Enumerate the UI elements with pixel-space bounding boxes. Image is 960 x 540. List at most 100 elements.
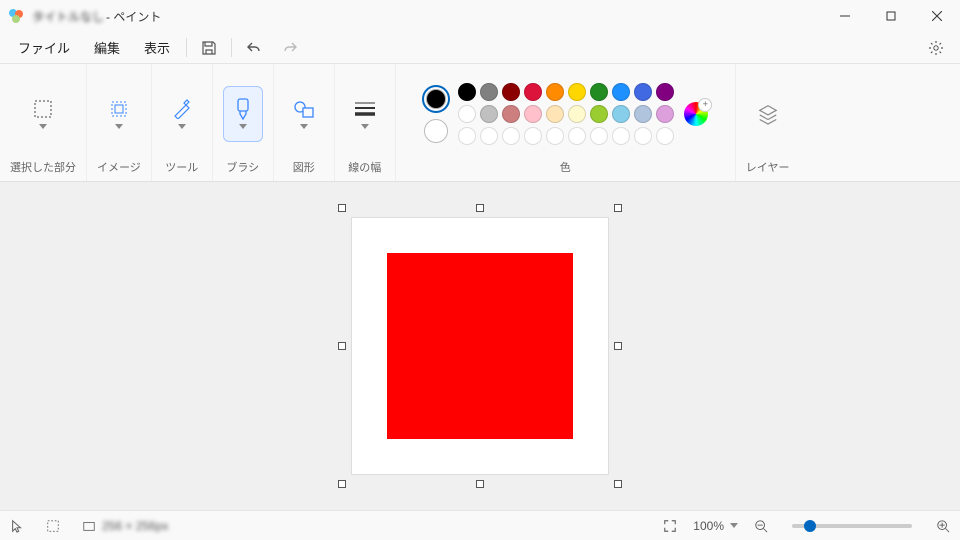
menu-file[interactable]: ファイル — [8, 34, 80, 61]
window-maximize-button[interactable] — [868, 0, 914, 32]
linewidth-label: 線の幅 — [348, 159, 381, 175]
ribbon: 選択した部分 イメージ ツール ブラシ — [0, 64, 960, 182]
selection-icon — [33, 99, 53, 119]
tools-label: ツール — [165, 159, 198, 175]
fit-screen-button[interactable] — [663, 519, 677, 533]
group-layers: レイヤー — [736, 64, 800, 181]
brushes-label: ブラシ — [226, 159, 259, 175]
color-swatch[interactable] — [524, 105, 542, 123]
color-swatch[interactable] — [590, 127, 608, 145]
chevron-down-icon — [730, 523, 738, 528]
shapes-tool[interactable] — [284, 86, 324, 142]
selection-frame[interactable] — [342, 208, 618, 484]
color-swatch[interactable] — [612, 127, 630, 145]
color-swatch[interactable] — [568, 105, 586, 123]
resize-handle-ml[interactable] — [338, 342, 346, 350]
color-swatch[interactable] — [634, 105, 652, 123]
color-swatch[interactable] — [502, 83, 520, 101]
color-swatch[interactable] — [568, 127, 586, 145]
color-swatch[interactable] — [480, 105, 498, 123]
brush-icon — [234, 98, 252, 120]
group-linewidth: 線の幅 — [335, 64, 396, 181]
fit-screen-icon — [663, 519, 677, 533]
title-suffix: - ペイント — [106, 8, 161, 25]
color-swatch[interactable] — [656, 83, 674, 101]
zoom-in-button[interactable] — [936, 519, 950, 533]
window-close-button[interactable] — [914, 0, 960, 32]
color-swatch[interactable] — [524, 83, 542, 101]
group-image: イメージ — [87, 64, 152, 181]
primary-color[interactable] — [422, 85, 450, 113]
brushes-tool[interactable] — [223, 86, 263, 142]
color-swatch[interactable] — [458, 127, 476, 145]
canvas-area[interactable] — [0, 182, 960, 510]
resize-handle-mr[interactable] — [614, 342, 622, 350]
color-swatch[interactable] — [480, 83, 498, 101]
tools-tool[interactable] — [162, 86, 202, 142]
redo-button[interactable] — [274, 34, 306, 62]
color-swatch[interactable] — [590, 83, 608, 101]
color-swatch[interactable] — [656, 127, 674, 145]
zoom-out-icon — [754, 519, 768, 533]
edit-colors-button[interactable] — [684, 102, 708, 126]
resize-handle-tl[interactable] — [338, 204, 346, 212]
zoom-out-button[interactable] — [754, 519, 768, 533]
zoom-value: 100% — [693, 519, 724, 533]
zoom-slider-thumb[interactable] — [804, 520, 816, 532]
color-swatch[interactable] — [502, 105, 520, 123]
resize-handle-tr[interactable] — [614, 204, 622, 212]
zoom-dropdown[interactable]: 100% — [693, 519, 738, 533]
color-swatch[interactable] — [546, 83, 564, 101]
color-swatch[interactable] — [568, 83, 586, 101]
color-swatch[interactable] — [458, 83, 476, 101]
undo-button[interactable] — [238, 34, 270, 62]
resize-handle-bl[interactable] — [338, 480, 346, 488]
shapes-icon — [293, 99, 315, 119]
group-selection: 選択した部分 — [0, 64, 87, 181]
image-label: イメージ — [97, 159, 141, 175]
resize-handle-tm[interactable] — [476, 204, 484, 212]
resize-handle-bm[interactable] — [476, 480, 484, 488]
color-swatch[interactable] — [590, 105, 608, 123]
color-swatch[interactable] — [612, 83, 630, 101]
resize-handle-br[interactable] — [614, 480, 622, 488]
color-swatch[interactable] — [634, 83, 652, 101]
title-filename: タイトルなし — [32, 8, 104, 25]
cursor-icon — [10, 519, 24, 533]
window-minimize-button[interactable] — [822, 0, 868, 32]
selection-size-icon — [46, 519, 60, 533]
color-swatch[interactable] — [546, 105, 564, 123]
group-brushes: ブラシ — [213, 64, 274, 181]
selection-tool[interactable] — [23, 86, 63, 142]
secondary-color[interactable] — [424, 119, 448, 143]
menu-view[interactable]: 表示 — [134, 34, 180, 61]
color-swatch[interactable] — [524, 127, 542, 145]
linewidth-icon — [354, 101, 376, 117]
canvas-size: 256 × 256px — [82, 519, 168, 533]
save-button[interactable] — [193, 34, 225, 62]
image-crop-icon — [109, 99, 129, 119]
layers-button[interactable] — [748, 86, 788, 142]
zoom-slider[interactable] — [792, 524, 912, 528]
color-swatch[interactable] — [546, 127, 564, 145]
red-square-shape — [387, 253, 573, 439]
color-swatch[interactable] — [612, 105, 630, 123]
image-tool[interactable] — [99, 86, 139, 142]
color-swatch[interactable] — [634, 127, 652, 145]
statusbar: 256 × 256px 100% — [0, 510, 960, 540]
menu-edit[interactable]: 編集 — [84, 34, 130, 61]
canvas[interactable] — [352, 218, 608, 474]
settings-button[interactable] — [920, 34, 952, 62]
group-colors: 色 — [396, 64, 736, 181]
color-palette — [458, 83, 674, 145]
layers-label: レイヤー — [746, 159, 790, 175]
zoom-in-icon — [936, 519, 950, 533]
titlebar: タイトルなし - ペイント — [0, 0, 960, 32]
selection-size — [46, 519, 66, 533]
color-swatch[interactable] — [480, 127, 498, 145]
color-swatch[interactable] — [458, 105, 476, 123]
layers-icon — [757, 102, 779, 126]
linewidth-tool[interactable] — [345, 86, 385, 142]
color-swatch[interactable] — [656, 105, 674, 123]
color-swatch[interactable] — [502, 127, 520, 145]
